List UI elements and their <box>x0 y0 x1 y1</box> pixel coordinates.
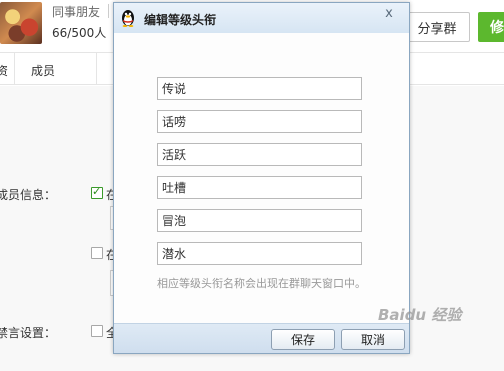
level-title-input-5[interactable] <box>157 209 362 232</box>
group-member-count: 66/500人 <box>52 26 107 40</box>
edit-level-titles-dialog: 编辑等级头衔 x 相应等级头衔名称会出现在群聊天窗口中。 保存 取消 <box>113 2 410 354</box>
dialog-title: 编辑等级头衔 <box>144 13 217 27</box>
share-group-button[interactable]: 分享群 <box>404 12 470 42</box>
group-avatar[interactable] <box>0 2 42 44</box>
custom-title-checkbox[interactable] <box>91 247 103 259</box>
qq-penguin-icon <box>122 10 134 27</box>
member-info-label: 成员信息： <box>0 188 57 202</box>
level-title-input-1[interactable] <box>157 77 362 100</box>
dialog-footer: 保存 取消 <box>114 323 409 353</box>
level-title-input-2[interactable] <box>157 110 362 133</box>
close-icon: x <box>385 5 393 21</box>
baidu-watermark: Baidu 经验 <box>378 306 462 324</box>
cancel-button[interactable]: 取消 <box>341 329 405 350</box>
save-button[interactable]: 保存 <box>271 329 335 350</box>
edit-group-button[interactable]: 修 <box>478 12 504 42</box>
dialog-titlebar[interactable]: 编辑等级头衔 x <box>114 3 409 33</box>
level-title-input-3[interactable] <box>157 143 362 166</box>
mute-settings-label: 禁言设置： <box>0 326 57 340</box>
mute-all-checkbox[interactable] <box>91 325 103 337</box>
level-title-hint: 相应等级头衔名称会出现在群聊天窗口中。 <box>157 277 366 290</box>
tab-members[interactable]: 成员 <box>31 62 55 79</box>
group-name: 同事朋友 <box>52 5 101 19</box>
level-title-input-4[interactable] <box>157 176 362 199</box>
member-info-checkbox[interactable] <box>91 185 103 199</box>
header-divider <box>108 4 109 18</box>
level-title-input-6[interactable] <box>157 242 362 265</box>
tab-divider <box>14 53 15 85</box>
tab-divider <box>96 53 97 85</box>
dialog-body: 相应等级头衔名称会出现在群聊天窗口中。 <box>114 33 409 323</box>
tab-profile[interactable]: 资 <box>0 62 8 79</box>
close-button[interactable]: x <box>375 3 403 23</box>
